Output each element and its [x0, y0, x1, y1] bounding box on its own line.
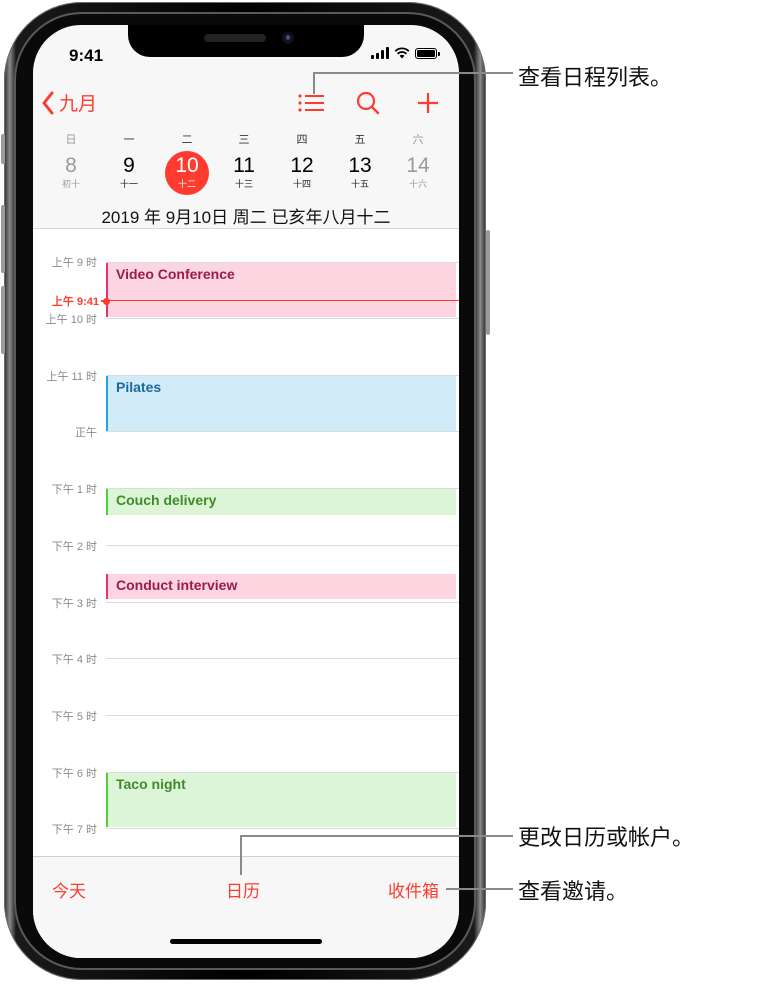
lunar-date: 十三	[234, 179, 253, 189]
day-number: 10	[175, 154, 199, 177]
event-pilates[interactable]: Pilates	[106, 376, 456, 431]
hour-label: 下午 5 时	[51, 711, 97, 723]
back-chevron-icon	[42, 91, 54, 114]
lunar-date: 初十	[61, 179, 80, 189]
hour-line	[106, 602, 459, 603]
weekday-label: 二	[181, 134, 193, 146]
event-title: Couch delivery	[116, 492, 217, 508]
day-number: 12	[290, 154, 314, 177]
current-time-label: 上午 9:41	[51, 296, 99, 308]
hour-label: 上午 10 时	[45, 314, 97, 326]
bottom-toolbar: 今天 日历 收件箱	[33, 856, 459, 958]
hour-label: 上午 11 时	[46, 371, 97, 383]
weekday-label: 日	[65, 134, 77, 146]
lunar-date: 十五	[350, 179, 369, 189]
lunar-date: 十四	[292, 179, 311, 189]
hour-line	[106, 828, 459, 829]
hour-label: 下午 7 时	[51, 824, 97, 836]
event-title: Taco night	[116, 776, 186, 792]
search-button[interactable]	[353, 89, 383, 117]
event-title: Pilates	[116, 379, 162, 395]
weekday-label: 六	[412, 134, 424, 146]
day-cell[interactable]: 12 十四	[280, 151, 324, 195]
mute-switch	[1, 134, 5, 164]
hour-line	[106, 318, 459, 319]
event-conduct-interview[interactable]: Conduct interview	[106, 574, 456, 599]
wifi-icon	[394, 47, 410, 59]
day-number: 13	[348, 154, 372, 177]
hour-label: 下午 6 时	[51, 768, 97, 780]
event-couch-delivery[interactable]: Couch delivery	[106, 489, 456, 515]
hour-label: 下午 2 时	[51, 541, 97, 553]
volume-down-button	[1, 286, 5, 354]
callout-list-view: 查看日程列表。	[518, 65, 673, 90]
weekday-label: 一	[123, 134, 135, 146]
callout-inbox: 查看邀请。	[518, 879, 629, 904]
day-number: 14	[406, 154, 430, 177]
lunar-date: 十二	[177, 179, 196, 189]
list-view-button[interactable]	[297, 89, 327, 117]
add-icon	[418, 93, 438, 113]
cellular-signal-icon	[371, 47, 389, 59]
front-camera	[282, 32, 294, 44]
hour-label: 下午 4 时	[51, 654, 97, 666]
day-number: 8	[65, 154, 77, 177]
inbox-button[interactable]: 收件箱	[388, 877, 439, 902]
hour-label: 下午 3 时	[51, 598, 97, 610]
hour-label: 上午 9 时	[51, 257, 97, 269]
battery-icon	[415, 47, 440, 59]
event-title: Video Conference	[116, 266, 235, 282]
weekday-label: 五	[354, 134, 366, 146]
phone-screen: 9:41 九月 日 一 二 三 四 五 六 8 初十 9 十一 10 十二 11…	[33, 25, 459, 958]
calendars-button[interactable]: 日历	[226, 877, 260, 902]
side-button	[486, 230, 490, 335]
back-label: 九月	[59, 94, 98, 115]
callout-line-inbox	[446, 888, 513, 890]
list-icon	[298, 94, 324, 112]
day-number: 11	[233, 154, 255, 177]
callout-line-list	[313, 72, 513, 74]
weekday-label: 三	[238, 134, 250, 146]
day-cell[interactable]: 9 十一	[107, 151, 151, 195]
notch	[128, 25, 364, 57]
callout-line-calendars	[240, 835, 242, 875]
back-button[interactable]: 九月	[41, 89, 97, 116]
callout-line-calendars	[240, 835, 513, 837]
current-time-line	[106, 300, 459, 301]
day-cell[interactable]: 13 十五	[338, 151, 382, 195]
event-title: Conduct interview	[116, 577, 238, 593]
hour-line	[106, 658, 459, 659]
search-icon	[356, 91, 380, 115]
callout-line-list	[313, 72, 315, 94]
event-video-conference[interactable]: Video Conference	[106, 263, 456, 317]
current-time-dot	[103, 298, 110, 305]
hour-line	[106, 545, 459, 546]
volume-up-button	[1, 205, 5, 273]
weekday-label: 四	[296, 134, 308, 146]
day-timeline[interactable]: 上午 9 时 上午 10 时 上午 11 时 正午 下午 1 时 下午 2 时 …	[33, 229, 459, 856]
today-button[interactable]: 今天	[52, 877, 86, 902]
status-time: 9:41	[69, 46, 104, 65]
hour-line	[106, 431, 459, 432]
selected-date-title: 2019 年 9月10日 周二 已亥年八月十二	[101, 208, 391, 227]
home-indicator[interactable]	[170, 939, 322, 944]
callout-calendars: 更改日历或帐户。	[518, 825, 695, 850]
speaker	[204, 34, 266, 42]
hour-line	[106, 715, 459, 716]
day-cell-selected[interactable]: 10 十二	[165, 151, 209, 195]
day-cell[interactable]: 11 十三	[222, 151, 266, 195]
hour-label: 下午 1 时	[51, 484, 97, 496]
lunar-date: 十一	[119, 179, 138, 189]
event-taco-night[interactable]: Taco night	[106, 773, 456, 827]
hour-label: 正午	[75, 427, 97, 439]
day-number: 9	[123, 154, 135, 177]
day-cell[interactable]: 14 十六	[396, 151, 440, 195]
day-cell[interactable]: 8 初十	[49, 151, 93, 195]
add-event-button[interactable]	[413, 89, 443, 117]
lunar-date: 十六	[408, 179, 427, 189]
status-icons	[371, 47, 440, 59]
